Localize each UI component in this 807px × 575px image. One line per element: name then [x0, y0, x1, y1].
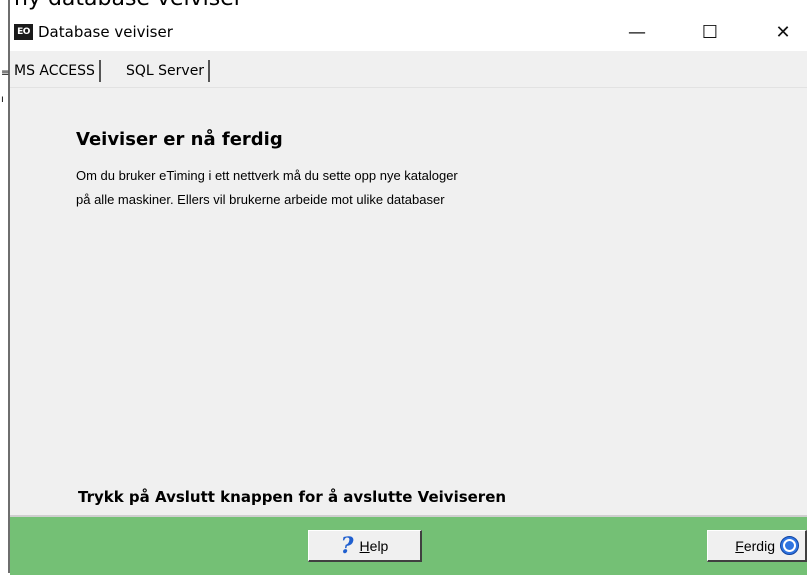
title-bar: EO Database veiviser — ☐ ✕ [10, 13, 807, 51]
tab-sql-server[interactable]: SQL Server [122, 60, 211, 82]
description-line-1: Om du bruker eTiming i ett nettverk må d… [76, 168, 458, 183]
app-logo-icon: EO [14, 24, 33, 40]
help-button[interactable]: ? Help [308, 530, 422, 562]
finish-mnemonic: F [735, 537, 744, 554]
tab-ms-access[interactable]: MS ACCESS [10, 60, 101, 82]
button-bar: ? Help Ferdig [10, 515, 807, 575]
wizard-content: Veiviser er nå ferdig Om du bruker eTimi… [10, 88, 807, 515]
tab-strip: MS ACCESS SQL Server [10, 51, 807, 88]
close-button[interactable]: ✕ [760, 13, 806, 51]
finish-instruction: Trykk på Avslutt knappen for å avslutte … [78, 488, 507, 506]
finish-circle-icon [780, 536, 799, 555]
question-mark-icon: ? [340, 532, 354, 559]
help-mnemonic: H [359, 537, 370, 554]
window-title: Database veiviser [38, 23, 173, 41]
finish-button[interactable]: Ferdig [707, 530, 807, 562]
page-heading: Veiviser er nå ferdig [76, 129, 283, 150]
background-window-caption: ny database veiviser [14, 0, 243, 11]
background-glyph-2: ı [1, 94, 4, 105]
background-glyph-1: ≡ [1, 68, 10, 79]
finish-label: erdig [743, 537, 775, 554]
description-line-2: på alle maskiner. Ellers vil brukerne ar… [76, 192, 445, 207]
help-label: elp [369, 537, 389, 554]
maximize-button[interactable]: ☐ [687, 13, 733, 51]
minimize-button[interactable]: — [614, 13, 660, 51]
